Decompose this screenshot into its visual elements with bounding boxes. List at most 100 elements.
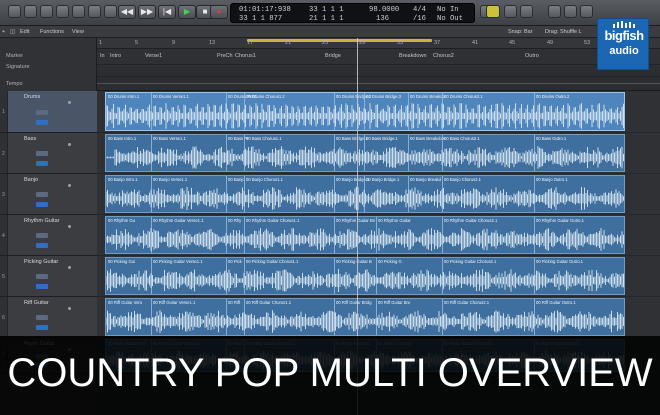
audio-region-label[interactable]: 00 Rhy [228, 218, 241, 223]
track-mute-button[interactable] [36, 192, 48, 198]
signature-lane[interactable] [97, 65, 660, 77]
toolbar-button[interactable] [56, 5, 69, 18]
audio-region-label[interactable]: 00 Picking Guitar Verse1.1 [153, 259, 203, 264]
track-volume-knob[interactable] [68, 307, 71, 310]
audio-region-label[interactable]: 00 Riff Guitar Intro [108, 300, 142, 305]
track-solo-button[interactable] [36, 324, 48, 330]
audio-region-label[interactable]: 00 Rhythm Guitar [378, 218, 411, 223]
plus-icon[interactable]: + [2, 29, 5, 35]
audio-region-label[interactable]: 00 Rhythm Guitar Verse1.1 [153, 218, 204, 223]
track-header-bass[interactable]: 2 Bass [0, 133, 97, 174]
marker-intro[interactable]: Intro [110, 53, 121, 59]
smart-controls-button[interactable] [72, 5, 85, 18]
track-header-banjo[interactable]: 3 Banjo [0, 174, 97, 215]
track-mute-button[interactable] [36, 315, 48, 321]
audio-region-label[interactable]: 00 Banjo Verse1.1 [153, 177, 187, 182]
track-lane[interactable]: 00 Rhythm Gu 00 Rhythm Guitar Verse1.1 00 … [97, 215, 660, 256]
audio-region-label[interactable]: 00 Drums Intro.1 [108, 94, 139, 99]
marker-verse1[interactable]: Verse1 [145, 53, 162, 59]
audio-region-label[interactable]: 00 Bass Chorus1.1 [246, 136, 282, 141]
track-solo-button[interactable] [36, 119, 48, 125]
tempo-lane[interactable] [97, 77, 660, 91]
audio-region-label[interactable]: 00 Rhythm Guitar Chorus2.1 [444, 218, 497, 223]
notepad-button[interactable] [564, 5, 577, 18]
loop-browser-button[interactable] [580, 5, 593, 18]
mixer-button[interactable] [88, 5, 101, 18]
track-header-riff-guitar[interactable]: 6 Riff Guitar [0, 297, 97, 338]
audio-region-label[interactable]: 00 Banjo Chorus2.1 [444, 177, 481, 182]
audio-region-label[interactable]: 00 Picking Guitar B [336, 259, 372, 264]
audio-region-label[interactable]: 00 Bass Bridge.1 [366, 136, 398, 141]
drag-select[interactable]: Shuffle L [560, 29, 582, 35]
marker-chorus1[interactable]: Chorus1 [235, 53, 256, 59]
editors-button[interactable] [104, 5, 117, 18]
track-solo-button[interactable] [36, 201, 48, 207]
audio-region-label[interactable]: 00 Riff Guitar Verse1.1 [153, 300, 195, 305]
view-menu[interactable]: View [72, 29, 84, 35]
audio-region-label[interactable]: 00 Riff Guitar Chorus2.1 [444, 300, 489, 305]
track-mute-button[interactable] [36, 151, 48, 157]
track-lane[interactable]: 00 Bass Intro.1 00 Bass Verse1.1 00 Bass P… [97, 133, 660, 174]
rewind-icon[interactable]: ◀◀ [118, 5, 136, 19]
track-lane[interactable]: 00 Riff Guitar Intro 00 Riff Guitar Verse… [97, 297, 660, 338]
track-name[interactable]: Bass [24, 136, 36, 142]
audio-region-label[interactable]: 00 Rhythm Guitar Chorus1.1 [246, 218, 299, 223]
go-to-start-icon[interactable]: |◀ [158, 5, 176, 19]
cycle-region[interactable] [247, 39, 432, 42]
audio-region-label[interactable]: 00 Bass Verse1.1 [153, 136, 186, 141]
lcd-display[interactable]: 01:01:17:938 33 1 1 877 33 1 1 1 21 1 1 … [230, 3, 475, 23]
audio-region-label[interactable]: 00 Picking G [378, 259, 402, 264]
track-name[interactable]: Picking Guitar [24, 259, 58, 265]
region-strip[interactable]: 00 Drums Intro.1 00 Drums Verse1.1 00 Drum… [105, 92, 625, 131]
record-icon[interactable]: ● [210, 5, 228, 19]
region-strip[interactable]: 00 Picking Gui 00 Picking Guitar Verse1.1… [105, 257, 625, 295]
track-solo-button[interactable] [36, 160, 48, 166]
audio-region-label[interactable]: 00 Pick [228, 259, 242, 264]
audio-region-label[interactable]: 00 Bass Intro.1 [108, 136, 136, 141]
audio-region-label[interactable]: 00 Drums Outro.2 [536, 94, 569, 99]
audio-region-label[interactable]: 00 Banjo [228, 177, 245, 182]
track-lane[interactable]: 00 Picking Gui 00 Picking Guitar Verse1.1… [97, 256, 660, 297]
region-strip[interactable]: 00 Riff Guitar Intro 00 Riff Guitar Verse… [105, 298, 625, 336]
audio-region-label[interactable]: 00 Banjo Bridge.1 [366, 177, 399, 182]
audio-region-label[interactable]: 00 Riff Guitar Chorus1.1 [246, 300, 291, 305]
track-lane[interactable]: 00 Drums Intro.1 00 Drums Verse1.1 00 Drum… [97, 91, 660, 133]
region-strip[interactable]: 00 Rhythm Gu 00 Rhythm Guitar Verse1.1 00 … [105, 216, 625, 254]
track-volume-knob[interactable] [68, 101, 71, 104]
audio-region-label[interactable]: 00 Banjo Chorus1.1 [246, 177, 283, 182]
library-button[interactable] [8, 5, 21, 18]
audio-region-label[interactable]: 00 Bass Chorus2.1 [444, 136, 480, 141]
snap-select[interactable]: Bar [524, 29, 533, 35]
track-name[interactable]: Riff Guitar [24, 300, 49, 306]
track-solo-button[interactable] [36, 283, 48, 289]
track-header-drums[interactable]: 1 Drums [0, 91, 97, 133]
cycle-button[interactable] [486, 5, 500, 18]
marker-outro[interactable]: Outro [525, 53, 539, 59]
audio-region-label[interactable]: 00 Drums Chorus1.2 [246, 94, 285, 99]
marker-lane[interactable]: In Intro Verse1 PreCh Chorus1 Bridge Breakdown… [97, 49, 660, 65]
track-volume-knob[interactable] [68, 225, 71, 228]
audio-region-label[interactable]: 00 Riff Guitar Bridg [336, 300, 372, 305]
audio-region-label[interactable]: 00 Banjo Intro.1 [108, 177, 138, 182]
audio-region-label[interactable]: 00 Picking Guitar Chorus1.1 [246, 259, 298, 264]
inspector-button[interactable] [24, 5, 37, 18]
marker-chorus2[interactable]: Chorus2 [433, 53, 454, 59]
audio-region-label[interactable]: 00 Banjo Breakd [410, 177, 441, 182]
track-mute-button[interactable] [36, 274, 48, 280]
track-volume-knob[interactable] [68, 184, 71, 187]
audio-region-label[interactable]: 00 Riff Guitar Outro.1 [536, 300, 576, 305]
list-editors-button[interactable] [548, 5, 561, 18]
marker-breakdown[interactable]: Breakdown [399, 53, 427, 59]
fast-forward-icon[interactable]: ▶▶ [138, 5, 156, 19]
play-icon[interactable]: ▶ [178, 5, 196, 19]
track-lane[interactable]: 00 Banjo Intro.1 00 Banjo Verse1.1 00 Banj… [97, 174, 660, 215]
track-volume-knob[interactable] [68, 143, 71, 146]
marker-bridge[interactable]: Bridge [325, 53, 341, 59]
bar-ruler[interactable]: 1 5 9 13 17 21 25 29 33 37 41 45 49 53 [97, 38, 660, 49]
audio-region-label[interactable]: 00 Bass Breakdow [410, 136, 445, 141]
audio-region-label[interactable]: 00 Drums Breakdo [410, 94, 445, 99]
audio-region-label[interactable]: 00 Rhythm Guitar Bri [336, 218, 375, 223]
track-mute-button[interactable] [36, 233, 48, 239]
audio-region-label[interactable]: 00 Drums Chorus2.1 [444, 94, 483, 99]
audio-region-label[interactable]: 00 Bass Outro.1 [536, 136, 566, 141]
